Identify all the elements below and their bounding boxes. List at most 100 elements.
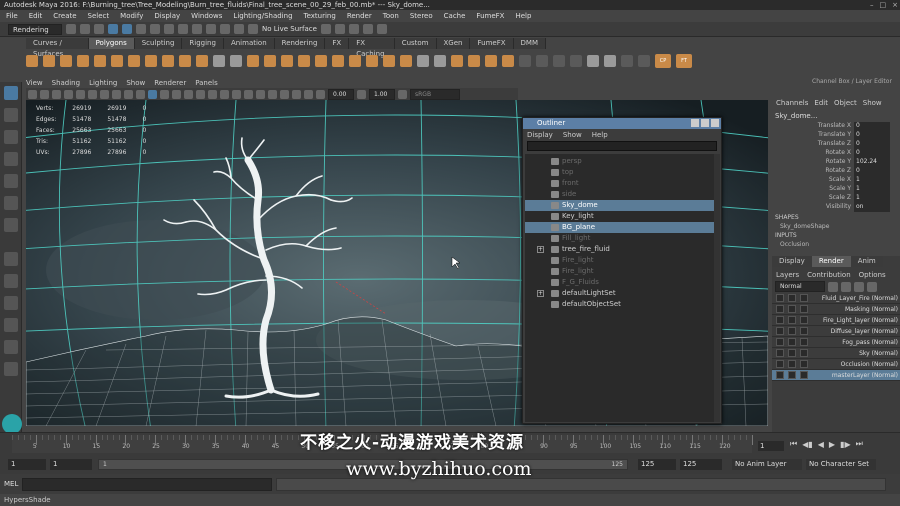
render-layer-row[interactable]: Fluid_Layer_Fire (Normal) bbox=[772, 293, 900, 304]
playback-start-field[interactable]: 1 bbox=[50, 459, 92, 470]
persp-graph-layout-icon[interactable] bbox=[3, 318, 18, 332]
outliner-item[interactable]: top bbox=[525, 167, 715, 178]
command-language-label[interactable]: MEL bbox=[4, 480, 18, 488]
layer-menu-contribution[interactable]: Contribution bbox=[807, 271, 850, 279]
wireframe-icon[interactable] bbox=[148, 89, 157, 99]
append-icon[interactable] bbox=[366, 55, 378, 67]
fill-hole-icon[interactable] bbox=[383, 55, 395, 67]
renderable-toggle-icon[interactable] bbox=[776, 327, 784, 335]
attribute-label[interactable]: Rotate Z bbox=[772, 167, 854, 176]
menu-edit[interactable]: Edit bbox=[29, 12, 43, 20]
open-scene-icon[interactable] bbox=[80, 24, 90, 34]
layer-mode-dropdown[interactable]: Normal bbox=[775, 281, 825, 292]
channel-menu-show[interactable]: Show bbox=[863, 99, 882, 107]
ft-icon[interactable]: FT bbox=[676, 54, 692, 68]
attribute-label[interactable]: Scale Z bbox=[772, 194, 854, 203]
layer-down-icon[interactable] bbox=[841, 281, 851, 292]
redo-icon[interactable] bbox=[122, 24, 132, 34]
checker-icon[interactable] bbox=[604, 55, 616, 67]
step-back-icon[interactable]: ◀▮ bbox=[802, 440, 813, 449]
bookmarks-icon[interactable] bbox=[52, 89, 61, 99]
shelf-tab-sculpting[interactable]: Sculpting bbox=[134, 38, 183, 49]
new-scene-icon[interactable] bbox=[66, 24, 76, 34]
render-layer-row[interactable]: Fire_Light_layer (Normal) bbox=[772, 315, 900, 326]
separate-icon[interactable] bbox=[230, 55, 242, 67]
shelf-tab-custom[interactable]: Custom bbox=[394, 38, 437, 49]
input-node-name[interactable]: Occlusion bbox=[772, 241, 900, 250]
live-surface-icon[interactable] bbox=[248, 24, 258, 34]
outliner-item[interactable]: Key_light bbox=[525, 211, 715, 222]
shelf-tab-fx[interactable]: FX bbox=[325, 38, 350, 49]
layer-menu-layers[interactable]: Layers bbox=[776, 271, 799, 279]
textured-icon[interactable] bbox=[184, 89, 193, 99]
layer-menu-options[interactable]: Options bbox=[859, 271, 886, 279]
wireframe-on-shaded-icon[interactable] bbox=[172, 89, 181, 99]
viewport-menu-view[interactable]: View bbox=[26, 79, 43, 87]
anti-aliasing-icon[interactable] bbox=[244, 89, 253, 99]
poly-cone-icon[interactable] bbox=[77, 55, 89, 67]
outliner-item[interactable]: + tree_fire_fluid bbox=[525, 244, 715, 255]
menu-create[interactable]: Create bbox=[53, 12, 76, 20]
menu-render[interactable]: Render bbox=[347, 12, 372, 20]
shape-node-name[interactable]: Sky_domeShape bbox=[772, 223, 900, 232]
render-layer-row[interactable]: Diffuse_layer (Normal) bbox=[772, 326, 900, 337]
snap-curve-icon[interactable] bbox=[206, 24, 216, 34]
channel-menu-object[interactable]: Object bbox=[834, 99, 857, 107]
mask-icon[interactable] bbox=[178, 24, 188, 34]
renderable-toggle-icon[interactable] bbox=[776, 349, 784, 357]
current-frame-field[interactable]: 1 bbox=[758, 441, 784, 451]
attribute-value-field[interactable]: 1 bbox=[854, 194, 890, 203]
outliner-menu-display[interactable]: Display bbox=[527, 131, 553, 139]
rotate-tool-icon[interactable] bbox=[3, 174, 18, 188]
exposure-icon[interactable] bbox=[316, 89, 325, 99]
menu-lighting-shading[interactable]: Lighting/Shading bbox=[233, 12, 292, 20]
ambient-occlusion-icon[interactable] bbox=[220, 89, 229, 99]
multi-cut-icon[interactable] bbox=[417, 55, 429, 67]
poke-icon[interactable] bbox=[502, 55, 514, 67]
menu-windows[interactable]: Windows bbox=[191, 12, 222, 20]
attribute-label[interactable]: Scale Y bbox=[772, 185, 854, 194]
paint-select-icon[interactable] bbox=[3, 130, 18, 144]
menu-display[interactable]: Display bbox=[154, 12, 180, 20]
cylindrical-map-icon[interactable] bbox=[536, 55, 548, 67]
render-settings-icon[interactable] bbox=[362, 24, 373, 34]
close-icon[interactable]: × bbox=[892, 1, 898, 9]
viewport-menu-panels[interactable]: Panels bbox=[195, 79, 218, 87]
anim-layer-dropdown[interactable]: No Anim Layer bbox=[732, 459, 802, 470]
smooth-shade-icon[interactable] bbox=[160, 89, 169, 99]
recycle-toggle-icon[interactable] bbox=[788, 316, 796, 324]
bridge-icon[interactable] bbox=[349, 55, 361, 67]
animation-end-field[interactable]: 125 bbox=[680, 459, 722, 470]
film-gate-icon[interactable] bbox=[88, 89, 97, 99]
shelf-tab-fx-caching[interactable]: FX Caching bbox=[349, 38, 395, 58]
outliner-item[interactable]: Fill_light bbox=[525, 233, 715, 244]
menu-file[interactable]: File bbox=[6, 12, 18, 20]
depth-of-field-icon[interactable] bbox=[256, 89, 265, 99]
attribute-value-field[interactable]: 1 bbox=[854, 185, 890, 194]
attribute-value-field[interactable]: 102.24 bbox=[854, 158, 890, 167]
new-layer-selected-icon[interactable] bbox=[867, 281, 877, 292]
xray-joints-icon[interactable] bbox=[292, 89, 301, 99]
snap-grid-icon[interactable] bbox=[192, 24, 202, 34]
select-tool-icon[interactable] bbox=[3, 86, 18, 100]
outliner-scrollbar[interactable] bbox=[714, 154, 720, 422]
target-weld-icon[interactable] bbox=[468, 55, 480, 67]
xray-components-icon[interactable] bbox=[304, 89, 313, 99]
hypershade-icon[interactable] bbox=[376, 24, 387, 34]
outliner-item[interactable]: persp bbox=[525, 156, 715, 167]
menu-modify[interactable]: Modify bbox=[120, 12, 143, 20]
render-frame-icon[interactable] bbox=[334, 24, 345, 34]
renderable-toggle-icon[interactable] bbox=[776, 294, 784, 302]
select-hierarchy-icon[interactable] bbox=[136, 24, 146, 34]
poly-cube-icon[interactable] bbox=[43, 55, 55, 67]
poly-prism-icon[interactable] bbox=[128, 55, 140, 67]
use-all-lights-icon[interactable] bbox=[196, 89, 205, 99]
outliner-item[interactable]: + defaultLightSet bbox=[525, 288, 715, 299]
render-layer-row[interactable]: Masking (Normal) bbox=[772, 304, 900, 315]
expand-icon[interactable]: + bbox=[537, 246, 544, 253]
menu-stereo[interactable]: Stereo bbox=[410, 12, 433, 20]
outliner-item[interactable]: Sky_dome bbox=[525, 200, 715, 211]
outliner-menu-help[interactable]: Help bbox=[592, 131, 608, 139]
auto-map-icon[interactable] bbox=[570, 55, 582, 67]
layer-color-icon[interactable] bbox=[800, 294, 808, 302]
